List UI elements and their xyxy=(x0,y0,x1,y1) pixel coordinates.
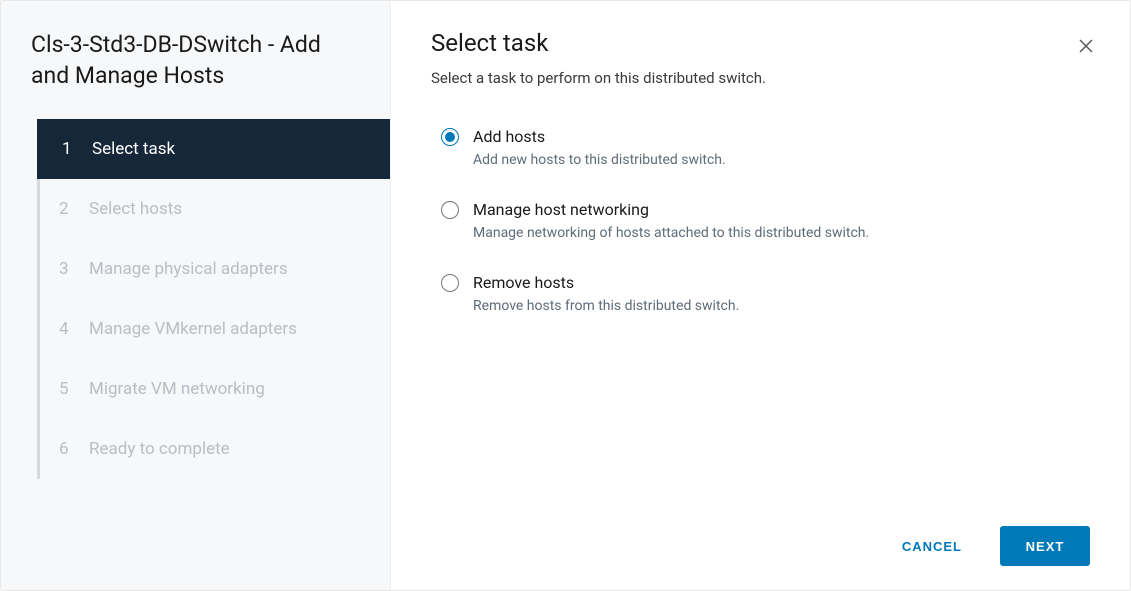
step-number: 2 xyxy=(59,199,81,219)
step-select-task[interactable]: 1 Select task xyxy=(37,119,390,179)
step-label: Select hosts xyxy=(89,199,182,219)
step-label: Migrate VM networking xyxy=(89,379,265,399)
wizard-modal: Cls-3-Std3-DB-DSwitch - Add and Manage H… xyxy=(0,0,1131,591)
task-options: Add hosts Add new hosts to this distribu… xyxy=(431,127,1090,314)
page-title: Select task xyxy=(431,29,548,57)
option-label: Manage host networking xyxy=(473,200,869,219)
radio-icon xyxy=(441,128,459,146)
step-number: 4 xyxy=(59,319,81,339)
option-label: Remove hosts xyxy=(473,273,739,292)
radio-icon xyxy=(441,274,459,292)
wizard-footer: CANCEL NEXT xyxy=(431,506,1090,590)
next-button[interactable]: NEXT xyxy=(1000,526,1090,566)
cancel-button[interactable]: CANCEL xyxy=(882,526,982,566)
step-label: Ready to complete xyxy=(89,439,230,459)
wizard-sidebar: Cls-3-Std3-DB-DSwitch - Add and Manage H… xyxy=(1,1,391,590)
page-subtitle: Select a task to perform on this distrib… xyxy=(431,69,1090,87)
step-number: 5 xyxy=(59,379,81,399)
wizard-steps: 1 Select task 2 Select hosts 3 Manage ph… xyxy=(37,119,390,479)
close-icon xyxy=(1078,38,1094,54)
step-number: 6 xyxy=(59,439,81,459)
step-ready-to-complete: 6 Ready to complete xyxy=(37,419,390,479)
wizard-title: Cls-3-Std3-DB-DSwitch - Add and Manage H… xyxy=(1,29,390,115)
option-description: Remove hosts from this distributed switc… xyxy=(473,298,739,314)
step-number: 3 xyxy=(59,259,81,279)
step-label: Manage VMkernel adapters xyxy=(89,319,297,339)
step-migrate-vm-networking: 5 Migrate VM networking xyxy=(37,359,390,419)
radio-icon xyxy=(441,201,459,219)
option-description: Add new hosts to this distributed switch… xyxy=(473,152,726,168)
option-remove-hosts[interactable]: Remove hosts Remove hosts from this dist… xyxy=(441,273,1090,314)
step-number: 1 xyxy=(62,139,84,159)
option-label: Add hosts xyxy=(473,127,726,146)
step-label: Select task xyxy=(92,139,175,159)
step-select-hosts: 2 Select hosts xyxy=(37,179,390,239)
step-manage-physical-adapters: 3 Manage physical adapters xyxy=(37,239,390,299)
step-label: Manage physical adapters xyxy=(89,259,288,279)
option-manage-host-networking[interactable]: Manage host networking Manage networking… xyxy=(441,200,1090,241)
main-header: Select task xyxy=(431,29,1090,69)
close-button[interactable] xyxy=(1074,33,1098,61)
option-description: Manage networking of hosts attached to t… xyxy=(473,225,869,241)
step-manage-vmkernel-adapters: 4 Manage VMkernel adapters xyxy=(37,299,390,359)
wizard-main: Select task Select a task to perform on … xyxy=(391,1,1130,590)
option-add-hosts[interactable]: Add hosts Add new hosts to this distribu… xyxy=(441,127,1090,168)
